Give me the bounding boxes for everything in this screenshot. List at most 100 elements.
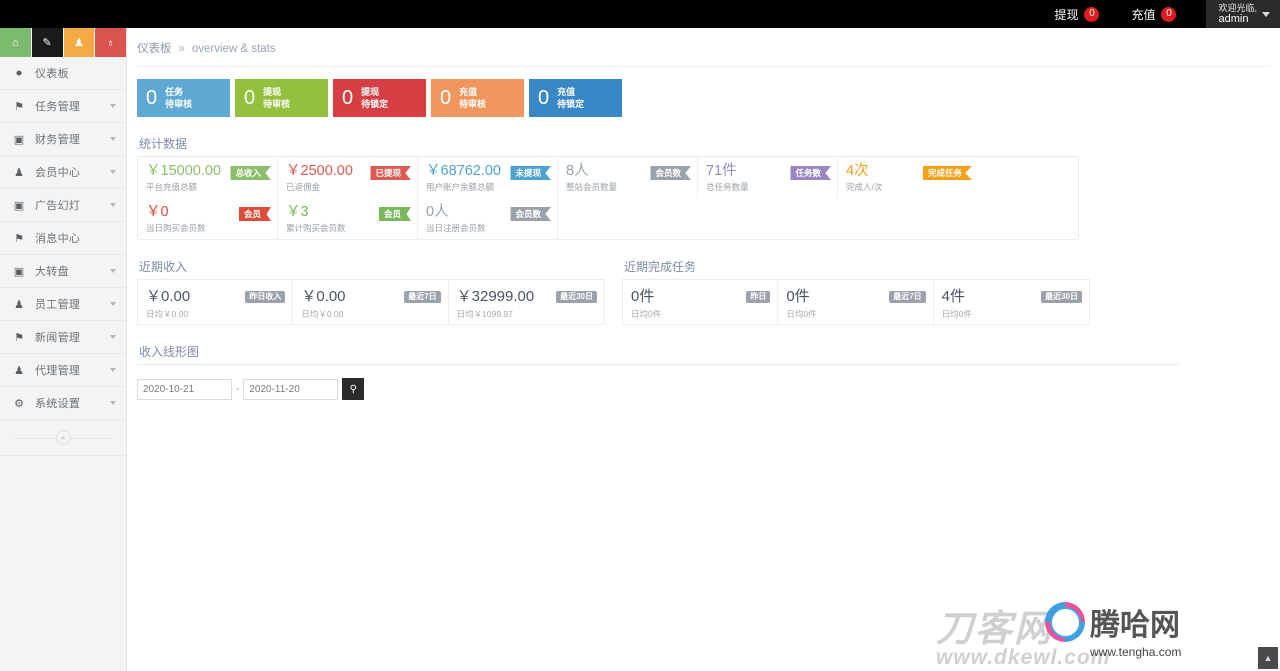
income-chart-section: 收入线形图 - ⚲ (127, 325, 1280, 400)
status-card-number: 0 (440, 87, 452, 109)
stat-caption: 完成人/次 (846, 182, 883, 192)
sidebar-item-label: 仪表板 (35, 68, 69, 80)
recent-income-section: 近期收入 ￥0.00 日均￥0.00 昨日收入 ￥0.00 日均￥0.00 最近7日 ￥32… (137, 258, 605, 325)
sidebar-quick-icons: ⌂ ✎ ♟ ♁ (0, 28, 126, 57)
search-icon: ⚲ (349, 383, 357, 395)
sidebar-item-6[interactable]: ▣ 大转盘 (0, 255, 126, 288)
recent-sections: 近期收入 ￥0.00 日均￥0.00 昨日收入 ￥0.00 日均￥0.00 最近7日 ￥32… (127, 240, 1280, 325)
sidebar-item-label: 广告幻灯 (35, 200, 81, 212)
stat-ribbon: 会员 (378, 207, 411, 221)
inbox-icon: ▣ (13, 133, 25, 146)
page-root: 提现 0 充值 0 欢迎光临, admin ⌂ ✎ ♟ ♁ ⚫ 仪表板 ⚑ 任务管理 ▣ 财务管… (0, 0, 1280, 671)
sidebar-collapse-row: « (0, 420, 126, 456)
sidebar-item-1[interactable]: ⚑ 任务管理 (0, 90, 126, 123)
stat-cell-7: ￥3 累计购买会员数 会员 (278, 198, 418, 239)
stat-caption: 总任务数量 (706, 182, 749, 192)
user-menu[interactable]: 欢迎光临, admin (1206, 0, 1280, 28)
recent-tasks-section: 近期完成任务 0件 日均0件 昨日 0件 日均0件 最近7日 4件 日均0件 最近30日 (622, 258, 1090, 325)
recent-period-badge: 最近30日 (556, 291, 597, 303)
topbar-withdraw-badge: 0 (1084, 6, 1100, 22)
status-card-3[interactable]: 0 充值 待审核 (431, 79, 524, 117)
sidebar: ⌂ ✎ ♟ ♁ ⚫ 仪表板 ⚑ 任务管理 ▣ 财务管理 ♟ 会员中心 ▣ 广告幻灯 ⚑ 消息中心 ▣ 大转盘 ♟ 员… (0, 28, 127, 671)
status-card-label: 任务 待审核 (165, 87, 193, 109)
status-card-0[interactable]: 0 任务 待审核 (137, 79, 230, 117)
sidebar-item-label: 代理管理 (35, 365, 81, 377)
stat-caption: 当日购买会员数 (146, 223, 206, 233)
search-button[interactable]: ⚲ (342, 378, 365, 400)
breadcrumb-item-overview: overview & stats (191, 43, 276, 55)
recent-cell-0: 0件 日均0件 昨日 (623, 280, 779, 324)
chevron-down-icon (110, 104, 116, 108)
recent-caption: 日均￥0.00 (301, 309, 344, 319)
recent-period-badge: 昨日收入 (245, 291, 286, 303)
date-range-dash: - (236, 383, 240, 395)
topbar-withdraw-label: 提现 (1054, 7, 1079, 22)
recent-cell-1: 0件 日均0件 最近7日 (778, 280, 934, 324)
recent-income-grid: ￥0.00 日均￥0.00 昨日收入 ￥0.00 日均￥0.00 最近7日 ￥32999.0… (137, 280, 605, 325)
stat-ribbon: 任务数 (790, 166, 831, 180)
sidebar-item-4[interactable]: ▣ 广告幻灯 (0, 189, 126, 222)
user-icon: ♟ (14, 298, 24, 311)
date-to-input[interactable] (243, 378, 339, 400)
sidebar-item-label: 财务管理 (35, 134, 81, 146)
breadcrumb-item-dashboard[interactable]: 仪表板 (137, 40, 172, 56)
recent-period-badge: 昨日 (746, 291, 771, 303)
date-range-controls: - ⚲ (137, 365, 1280, 400)
stat-caption: 已返佣金 (286, 182, 321, 192)
recent-cell-1: ￥0.00 日均￥0.00 最近7日 (293, 280, 449, 324)
sidebar-item-label: 员工管理 (35, 299, 81, 311)
status-card-2[interactable]: 0 提现 待锁定 (333, 79, 426, 117)
status-card-number: 0 (146, 87, 158, 109)
sidebar-item-label: 任务管理 (35, 101, 81, 113)
stats-title: 统计数据 (139, 137, 188, 151)
sidebar-item-10[interactable]: ⚙ 系统设置 (0, 387, 126, 420)
sidebar-item-3[interactable]: ♟ 会员中心 (0, 156, 126, 189)
topbar-recharge-label: 充值 (1131, 7, 1156, 22)
sidebar-item-0[interactable]: ⚫ 仪表板 (0, 57, 126, 90)
sidebar-item-9[interactable]: ♟ 代理管理 (0, 354, 126, 387)
status-card-label: 提现 待审核 (263, 87, 291, 109)
date-from-input[interactable] (137, 378, 232, 400)
stat-caption: 当日注册会员数 (426, 223, 486, 233)
home-icon[interactable]: ⌂ (0, 28, 32, 57)
sidebar-item-label: 会员中心 (35, 167, 81, 179)
status-card-1[interactable]: 0 提现 待审核 (235, 79, 328, 117)
chevron-down-icon (110, 170, 116, 174)
pencil-icon[interactable]: ✎ (31, 28, 64, 57)
sidebar-item-5[interactable]: ⚑ 消息中心 (0, 222, 126, 255)
status-card-number: 0 (244, 87, 256, 109)
status-card-4[interactable]: 0 充值 待锁定 (529, 79, 622, 117)
sidebar-item-8[interactable]: ⚑ 新闻管理 (0, 321, 126, 354)
status-card-row: 0 任务 待审核 0 提现 待审核 0 提现 待锁定 0 充值 待审核 0 充值 待锁定 (127, 67, 1280, 117)
users-icon[interactable]: ♟ (63, 28, 96, 57)
sidebar-collapse-button[interactable]: « (55, 430, 71, 445)
main-content: 仪表板 » overview & stats 0 任务 待审核 0 提现 待审核 0 提现 待锁… (127, 28, 1280, 671)
recent-period-badge: 最近7日 (889, 291, 926, 303)
username-text: admin (1218, 13, 1249, 25)
breadcrumb: 仪表板 » overview & stats (127, 28, 1280, 56)
stat-ribbon: 已提现 (370, 166, 411, 180)
stat-cell-2: ￥68762.00 用户账户余额总额 未提现 (418, 157, 558, 198)
stat-ribbon: 未提现 (510, 166, 551, 180)
topbar-recharge[interactable]: 充值 0 (1115, 0, 1192, 28)
stats-section: 统计数据 ￥15000.00 平台充值总额 总收入 ￥2500.00 已返佣金 已提现 ￥6… (127, 117, 1280, 240)
recent-tasks-title: 近期完成任务 (624, 260, 697, 274)
stat-ribbon: 总收入 (230, 166, 271, 180)
stat-cell-1: ￥2500.00 已返佣金 已提现 (278, 157, 418, 198)
stat-cell-5: 4次 完成人/次 完成任务 (838, 157, 978, 198)
stat-ribbon: 会员数 (510, 207, 551, 221)
user-icon: ♟ (14, 166, 24, 179)
inbox-icon: ▣ (13, 265, 25, 278)
sidebar-item-label: 消息中心 (35, 233, 81, 245)
topbar-withdraw[interactable]: 提现 0 (1038, 0, 1115, 28)
bell-icon[interactable]: ♁ (95, 28, 126, 57)
sidebar-item-2[interactable]: ▣ 财务管理 (0, 123, 126, 156)
scroll-to-top-button[interactable]: ▲ (1258, 647, 1278, 669)
sidebar-item-7[interactable]: ♟ 员工管理 (0, 288, 126, 321)
stat-caption: 用户账户余额总额 (426, 182, 495, 192)
watermark-tengha: 腾哈网 www.tengha.com (1090, 600, 1181, 659)
user-info: 欢迎光临, admin (1218, 3, 1257, 25)
recent-caption: 日均￥0.00 (146, 309, 189, 319)
recent-cell-2: 4件 日均0件 最近30日 (934, 280, 1089, 324)
bookmark-icon: ⚑ (14, 232, 24, 245)
